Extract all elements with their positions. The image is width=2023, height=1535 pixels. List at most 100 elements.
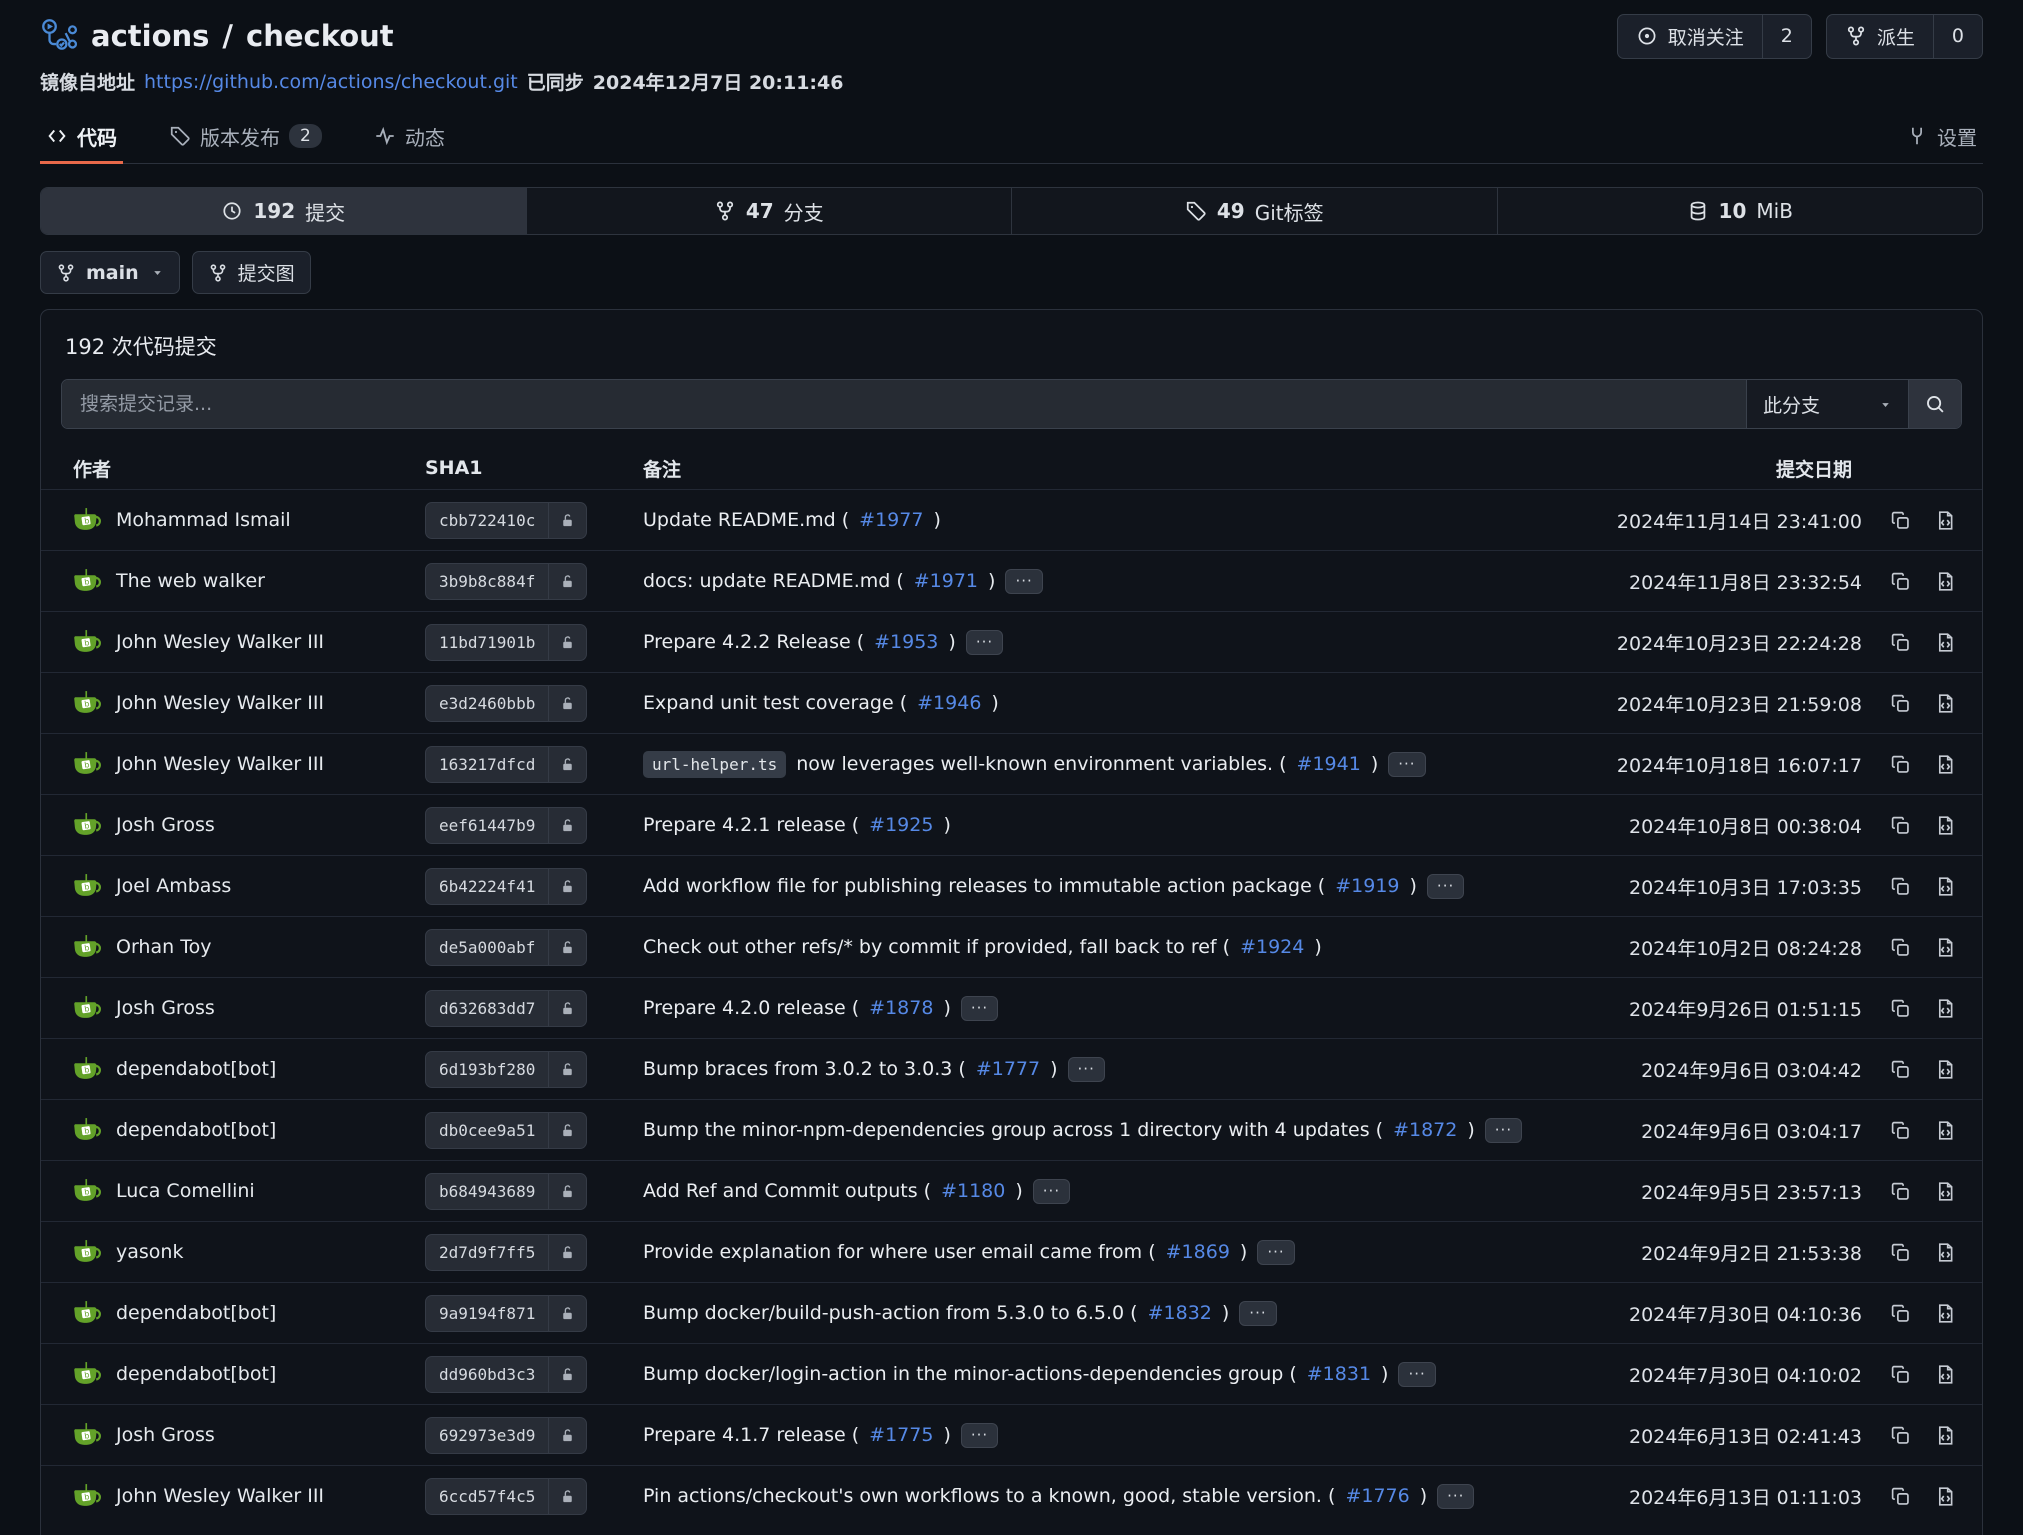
- commit-author-cell[interactable]: b yasonk: [73, 1238, 425, 1267]
- commit-message-link[interactable]: Add workflow file for publishing release…: [643, 875, 1325, 897]
- commit-author-cell[interactable]: b dependabot[bot]: [73, 1360, 425, 1389]
- expand-commit-button[interactable]: ···: [1388, 752, 1425, 777]
- commit-message-link[interactable]: Check out other refs/* by commit if prov…: [643, 936, 1230, 958]
- view-source-icon[interactable]: [1935, 693, 1956, 714]
- commit-author-cell[interactable]: b John Wesley Walker III: [73, 689, 425, 718]
- copy-sha-icon[interactable]: [1890, 937, 1911, 958]
- commit-message-link[interactable]: Add Ref and Commit outputs (: [643, 1180, 931, 1202]
- commit-author-cell[interactable]: b Mohammad Ismail: [73, 506, 425, 535]
- commit-sha-link[interactable]: 692973e3d9: [425, 1417, 587, 1454]
- commit-sha-link[interactable]: dd960bd3c3: [425, 1356, 587, 1393]
- copy-sha-icon[interactable]: [1890, 1059, 1911, 1080]
- commit-message-link[interactable]: Bump the minor-npm-dependencies group ac…: [643, 1119, 1383, 1141]
- commit-message-link[interactable]: Bump braces from 3.0.2 to 3.0.3 (: [643, 1058, 966, 1080]
- tab-activity[interactable]: 动态: [368, 111, 451, 164]
- commit-sha-link[interactable]: db0cee9a51: [425, 1112, 587, 1149]
- commit-author-cell[interactable]: b John Wesley Walker III: [73, 628, 425, 657]
- commit-message-link[interactable]: docs: update README.md (: [643, 570, 904, 592]
- copy-sha-icon[interactable]: [1890, 876, 1911, 897]
- commit-sha-link[interactable]: b684943689: [425, 1173, 587, 1210]
- commit-author-cell[interactable]: b Josh Gross: [73, 994, 425, 1023]
- forks-count[interactable]: 0: [1933, 15, 1982, 58]
- commit-author-cell[interactable]: b John Wesley Walker III: [73, 1482, 425, 1511]
- commit-author-cell[interactable]: b Joel Ambass: [73, 872, 425, 901]
- commit-message-link[interactable]: Pin actions/checkout's own workflows to …: [643, 1485, 1335, 1507]
- expand-commit-button[interactable]: ···: [1068, 1057, 1105, 1082]
- commit-message-link[interactable]: Prepare 4.2.1 release (: [643, 814, 859, 836]
- expand-commit-button[interactable]: ···: [1398, 1362, 1435, 1387]
- stat-branches[interactable]: 47 分支: [526, 188, 1012, 234]
- commit-graph-button[interactable]: 提交图: [192, 251, 311, 294]
- issue-link[interactable]: #1925: [869, 814, 933, 836]
- commit-message-link[interactable]: Bump docker/login-action in the minor-ac…: [643, 1363, 1297, 1385]
- view-source-icon[interactable]: [1935, 1242, 1956, 1263]
- fork-button[interactable]: 派生 0: [1826, 14, 1983, 59]
- copy-sha-icon[interactable]: [1890, 1242, 1911, 1263]
- expand-commit-button[interactable]: ···: [1437, 1484, 1474, 1509]
- view-source-icon[interactable]: [1935, 1364, 1956, 1385]
- view-source-icon[interactable]: [1935, 510, 1956, 531]
- expand-commit-button[interactable]: ···: [1485, 1118, 1522, 1143]
- issue-link[interactable]: #1831: [1307, 1363, 1371, 1385]
- commit-sha-link[interactable]: 6ccd57f4c5: [425, 1478, 587, 1515]
- branch-selector[interactable]: main: [40, 251, 180, 294]
- copy-sha-icon[interactable]: [1890, 754, 1911, 775]
- commit-sha-link[interactable]: 11bd71901b: [425, 624, 587, 661]
- issue-link[interactable]: #1777: [976, 1058, 1040, 1080]
- copy-sha-icon[interactable]: [1890, 815, 1911, 836]
- copy-sha-icon[interactable]: [1890, 1364, 1911, 1385]
- issue-link[interactable]: #1924: [1240, 936, 1304, 958]
- tab-settings[interactable]: 设置: [1900, 111, 1983, 164]
- view-source-icon[interactable]: [1935, 754, 1956, 775]
- view-source-icon[interactable]: [1935, 1181, 1956, 1202]
- commit-sha-link[interactable]: e3d2460bbb: [425, 685, 587, 722]
- repo-owner-link[interactable]: actions: [91, 19, 209, 53]
- issue-link[interactable]: #1953: [874, 631, 938, 653]
- commit-search-button[interactable]: [1908, 380, 1961, 428]
- expand-commit-button[interactable]: ···: [1257, 1240, 1294, 1265]
- copy-sha-icon[interactable]: [1890, 632, 1911, 653]
- watchers-count[interactable]: 2: [1762, 15, 1811, 58]
- issue-link[interactable]: #1776: [1345, 1485, 1409, 1507]
- issue-link[interactable]: #1872: [1393, 1119, 1457, 1141]
- commit-sha-link[interactable]: eef61447b9: [425, 807, 587, 844]
- commit-author-cell[interactable]: b dependabot[bot]: [73, 1055, 425, 1084]
- issue-link[interactable]: #1919: [1335, 875, 1399, 897]
- commit-message-link[interactable]: Prepare 4.2.2 Release (: [643, 631, 864, 653]
- issue-link[interactable]: #1878: [869, 997, 933, 1019]
- view-source-icon[interactable]: [1935, 815, 1956, 836]
- view-source-icon[interactable]: [1935, 1425, 1956, 1446]
- issue-link[interactable]: #1941: [1297, 753, 1361, 775]
- expand-commit-button[interactable]: ···: [1239, 1301, 1276, 1326]
- commit-message-link[interactable]: Expand unit test coverage (: [643, 692, 907, 714]
- commit-author-cell[interactable]: b The web walker: [73, 567, 425, 596]
- stat-size[interactable]: 10 MiB: [1497, 188, 1983, 234]
- view-source-icon[interactable]: [1935, 1303, 1956, 1324]
- expand-commit-button[interactable]: ···: [1005, 569, 1042, 594]
- view-source-icon[interactable]: [1935, 998, 1956, 1019]
- commit-sha-link[interactable]: de5a000abf: [425, 929, 587, 966]
- view-source-icon[interactable]: [1935, 1059, 1956, 1080]
- copy-sha-icon[interactable]: [1890, 998, 1911, 1019]
- issue-link[interactable]: #1832: [1148, 1302, 1212, 1324]
- view-source-icon[interactable]: [1935, 937, 1956, 958]
- copy-sha-icon[interactable]: [1890, 693, 1911, 714]
- issue-link[interactable]: #1180: [941, 1180, 1005, 1202]
- expand-commit-button[interactable]: ···: [961, 996, 998, 1021]
- tab-releases[interactable]: 版本发布 2: [163, 111, 328, 164]
- issue-link[interactable]: #1775: [869, 1424, 933, 1446]
- commit-sha-link[interactable]: 163217dfcd: [425, 746, 587, 783]
- commit-author-cell[interactable]: b Josh Gross: [73, 811, 425, 840]
- expand-commit-button[interactable]: ···: [961, 1423, 998, 1448]
- branch-filter-select[interactable]: 此分支: [1746, 380, 1908, 428]
- view-source-icon[interactable]: [1935, 571, 1956, 592]
- commit-sha-link[interactable]: 9a9194f871: [425, 1295, 587, 1332]
- tab-code[interactable]: 代码: [40, 111, 123, 164]
- repo-name-link[interactable]: checkout: [246, 19, 394, 53]
- copy-sha-icon[interactable]: [1890, 1486, 1911, 1507]
- commit-sha-link[interactable]: d632683dd7: [425, 990, 587, 1027]
- commit-author-cell[interactable]: b dependabot[bot]: [73, 1116, 425, 1145]
- commit-author-cell[interactable]: b Josh Gross: [73, 1421, 425, 1450]
- commit-sha-link[interactable]: cbb722410c: [425, 502, 587, 539]
- view-source-icon[interactable]: [1935, 632, 1956, 653]
